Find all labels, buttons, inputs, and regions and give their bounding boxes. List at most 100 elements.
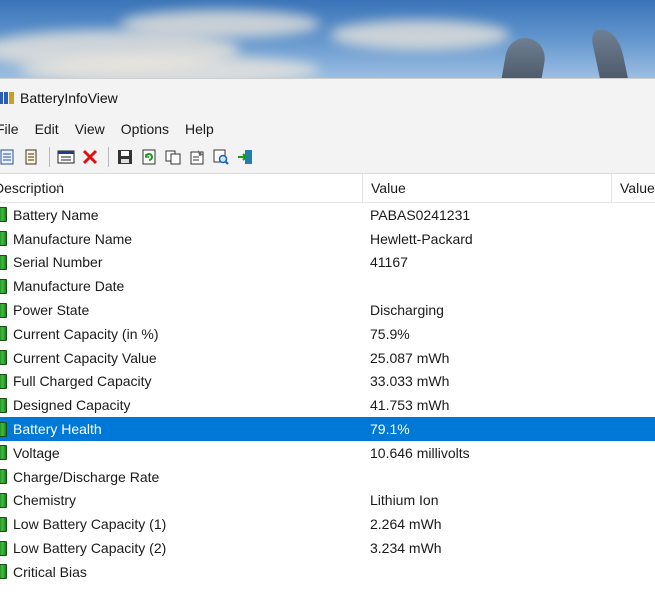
title-bar[interactable]: BatteryInfoView [0, 79, 655, 117]
row-description: Chemistry [0, 492, 362, 508]
toolbar-separator [108, 147, 109, 167]
copy-icon[interactable] [162, 146, 184, 168]
row-value: Hewlett-Packard [370, 230, 473, 247]
battery-app-icon [0, 92, 15, 104]
row-description: Battery Name [0, 207, 362, 223]
battery-icon [0, 397, 7, 413]
list-header: Description ∕ Value Value [0, 174, 655, 203]
list-row[interactable]: Current Capacity Value 25.087 mWh [0, 346, 655, 370]
menu-options[interactable]: Options [113, 121, 177, 137]
row-label: Designed Capacity [13, 397, 131, 414]
exit-icon[interactable] [234, 146, 256, 168]
row-description: Low Battery Capacity (2) [0, 540, 362, 556]
list-row[interactable]: Manufacture Date [0, 274, 655, 298]
list-row[interactable]: Power State Discharging [0, 298, 655, 322]
battery-icon [0, 492, 7, 508]
menu-bar: File Edit View Options Help [0, 117, 655, 141]
battery-icon [0, 445, 7, 461]
list-row[interactable]: Voltage 10.646 millivolts [0, 441, 655, 465]
battery-icon [0, 516, 7, 532]
row-label: Charge/Discharge Rate [13, 468, 160, 485]
list-row[interactable]: Chemistry Lithium Ion [0, 489, 655, 513]
row-description: Critical Bias [0, 564, 362, 580]
row-label: Battery Health [13, 421, 102, 438]
delete-icon[interactable] [79, 146, 101, 168]
row-label: Chemistry [13, 492, 77, 509]
column-header-value[interactable]: Value [363, 174, 612, 202]
row-label: Manufacture Date [13, 278, 125, 295]
row-label: Power State [13, 302, 90, 319]
list-row[interactable]: Charge/Discharge Rate [0, 465, 655, 489]
row-label: Current Capacity (in %) [13, 325, 159, 342]
menu-view[interactable]: View [67, 121, 113, 137]
battery-icon [0, 326, 7, 342]
html-report-icon[interactable] [0, 146, 18, 168]
list-row[interactable]: Low Battery Capacity (1) 2.264 mWh [0, 512, 655, 536]
find-icon[interactable] [210, 146, 232, 168]
row-label: Manufacture Name [13, 230, 133, 247]
row-description: Serial Number [0, 254, 362, 270]
battery-icon [0, 421, 7, 437]
menu-help[interactable]: Help [177, 121, 222, 137]
battery-icon [0, 254, 7, 270]
battery-info-list: Battery Name PABAS0241231 Manufacture Name… [0, 203, 655, 584]
list-row[interactable]: Serial Number 41167 [0, 251, 655, 275]
row-description: Manufacture Date [0, 278, 362, 294]
row-label: Serial Number [13, 254, 103, 271]
battery-icon [0, 469, 7, 485]
column-header-value-2[interactable]: Value [612, 174, 655, 202]
column-header-description[interactable]: Description ∕ [0, 174, 363, 202]
options-icon[interactable] [186, 146, 208, 168]
row-value: 10.646 millivolts [370, 444, 470, 461]
battery-icon [0, 278, 7, 294]
row-value: 41.753 mWh [370, 397, 450, 414]
list-row[interactable]: Critical Bias [0, 560, 655, 584]
row-value: 41167 [370, 254, 408, 271]
list-row[interactable]: Current Capacity (in %) 75.9% [0, 322, 655, 346]
menu-file[interactable]: File [0, 121, 27, 137]
row-description: Current Capacity (in %) [0, 326, 362, 342]
row-value: 25.087 mWh [370, 349, 450, 366]
battery-icon [0, 373, 7, 389]
row-description: Manufacture Name [0, 231, 362, 247]
row-description: Voltage [0, 445, 362, 461]
menu-edit[interactable]: Edit [27, 121, 67, 137]
refresh-icon[interactable] [138, 146, 160, 168]
list-row[interactable]: Battery Name PABAS0241231 [0, 203, 655, 227]
row-label: Low Battery Capacity (1) [13, 516, 167, 533]
row-description: Low Battery Capacity (1) [0, 516, 362, 532]
row-value: 33.033 mWh [370, 373, 450, 390]
row-description: Current Capacity Value [0, 350, 362, 366]
toolbar-separator [49, 147, 50, 167]
row-value: Discharging [370, 302, 444, 319]
row-label: Current Capacity Value [13, 349, 157, 366]
row-description: Full Charged Capacity [0, 373, 362, 389]
list-row[interactable]: Low Battery Capacity (2) 3.234 mWh [0, 536, 655, 560]
text-report-icon[interactable] [20, 146, 42, 168]
row-description: Power State [0, 302, 362, 318]
list-row[interactable]: Designed Capacity 41.753 mWh [0, 393, 655, 417]
row-label: Battery Name [13, 206, 99, 223]
row-value: PABAS0241231 [370, 206, 471, 223]
row-value: 2.264 mWh [370, 516, 442, 533]
row-label: Full Charged Capacity [13, 373, 152, 390]
battery-icon [0, 231, 7, 247]
row-label: Low Battery Capacity (2) [13, 540, 167, 557]
battery-icon [0, 564, 7, 580]
list-row[interactable]: Manufacture Name Hewlett-Packard [0, 227, 655, 251]
row-value: 3.234 mWh [370, 540, 442, 557]
row-label: Critical Bias [13, 563, 87, 580]
row-value: 79.1% [370, 421, 410, 438]
properties-window-icon[interactable] [55, 146, 77, 168]
list-row[interactable]: Battery Health 79.1% [0, 417, 655, 441]
toolbar [0, 141, 655, 174]
row-label: Voltage [13, 444, 60, 461]
battery-icon [0, 207, 7, 223]
save-icon[interactable] [114, 146, 136, 168]
list-row[interactable]: Full Charged Capacity 33.033 mWh [0, 370, 655, 394]
window-title: BatteryInfoView [20, 90, 118, 106]
app-window: BatteryInfoView File Edit View Options H… [0, 78, 655, 598]
battery-icon [0, 350, 7, 366]
row-description: Charge/Discharge Rate [0, 469, 362, 485]
sort-ascending-icon: ∕ [58, 182, 60, 194]
